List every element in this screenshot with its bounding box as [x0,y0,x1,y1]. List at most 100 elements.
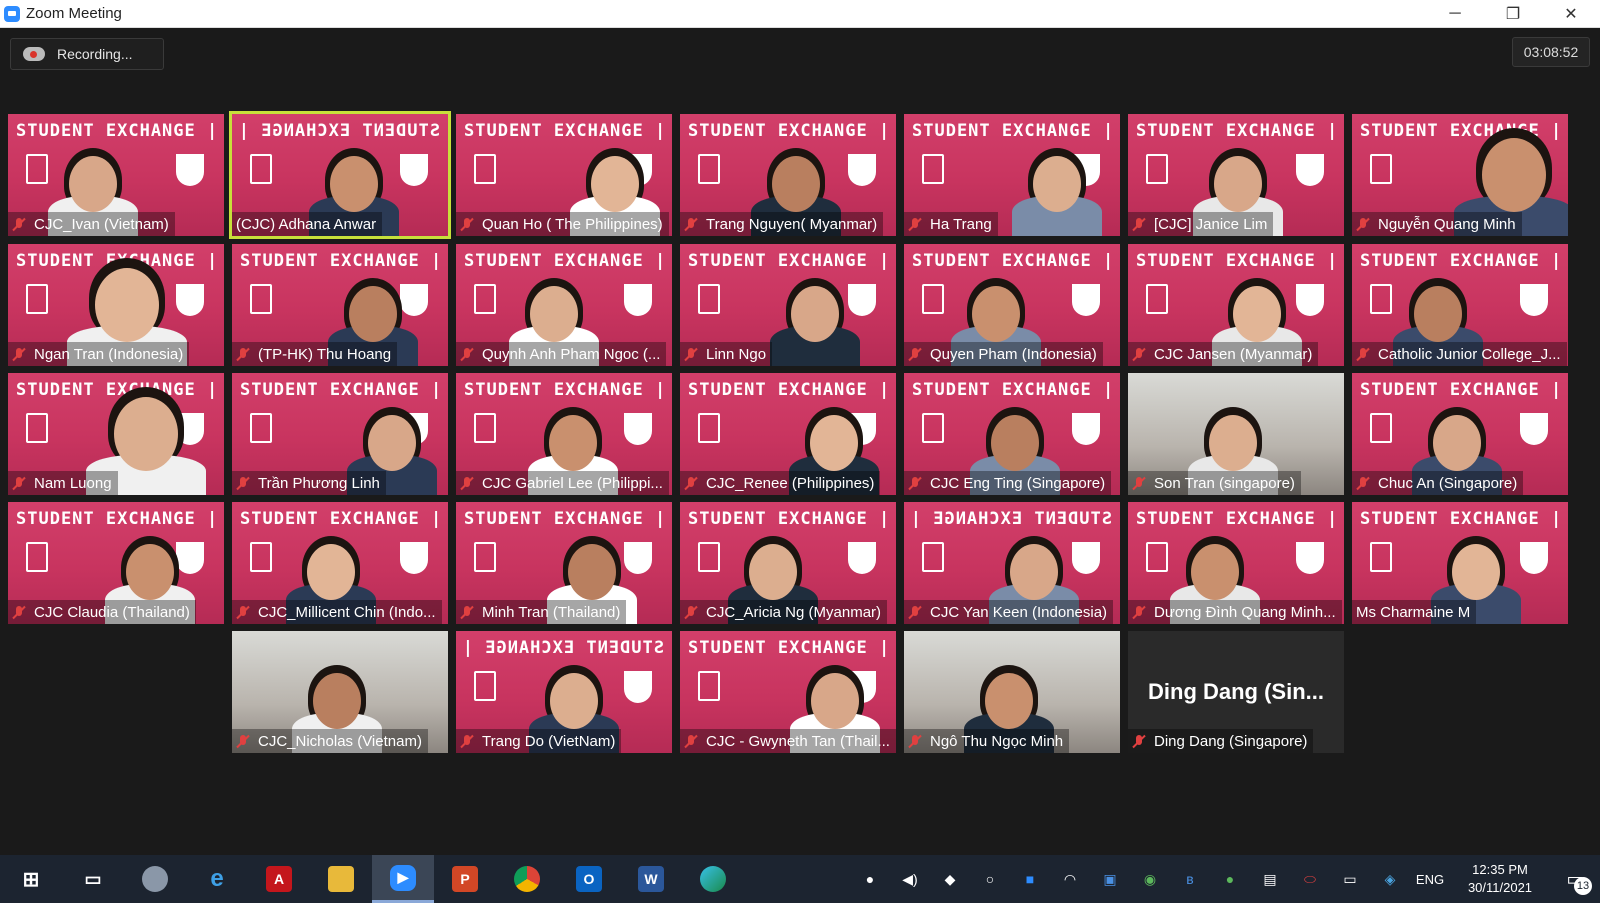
participant-name: CJC_Millicent Chin (Indo... [258,603,436,621]
participant-tile[interactable]: STUDENT EXCHANGE | 2021CJC Yan Keen (Ind… [904,502,1120,624]
clock-time: 12:35 PM [1472,862,1528,877]
red-app-icon[interactable]: ⬭ [1290,855,1330,903]
security-icon[interactable]: ◆ [930,855,970,903]
volume-icon[interactable]: ◀) [890,855,930,903]
participant-nameplate: Chuc An (Singapore) [1352,471,1524,495]
participant-tile[interactable]: STUDENT EXCHANGE | 2021Ms Charmaine M [1352,502,1568,624]
participant-name: CJC_Ivan (Vietnam) [34,215,169,233]
participant-tile[interactable]: STUDENT EXCHANGE | 2021Linn Ngo [680,244,896,366]
taskbar-app-zoom[interactable]: ▶ [372,855,434,903]
participant-tile[interactable]: STUDENT EXCHANGE | 2021Trang Do (VietNam… [456,631,672,753]
participant-tile[interactable]: Ding Dang (Sin... Ding Dang (Singapore) [1128,631,1344,753]
participant-tile[interactable]: STUDENT EXCHANGE | 2021Catholic Junior C… [1352,244,1568,366]
school-crest-icon [26,154,48,184]
participant-tile[interactable]: STUDENT EXCHANGE | 2021CJC - Gwyneth Tan… [680,631,896,753]
participant-tile[interactable]: STUDENT EXCHANGE | 2021Trần Phương Linh [232,373,448,495]
microphone-icon[interactable]: ● [850,855,890,903]
event-banner-text: STUDENT EXCHANGE | 2021 [240,251,448,271]
taskbar-app-edge[interactable] [682,855,744,903]
taskbar-app-powerpoint[interactable]: P [434,855,496,903]
shield-icon [624,671,652,703]
taskbar-app-ie[interactable]: e [186,855,248,903]
start-button[interactable]: ⊞ [0,855,62,903]
participant-tile[interactable]: STUDENT EXCHANGE | 2021Nguyễn Quang Minh [1352,114,1568,236]
participant-tile[interactable]: STUDENT EXCHANGE | 2021[CJC] Janice Lim [1128,114,1344,236]
participant-tile[interactable]: Son Tran (singapore) [1128,373,1344,495]
school-crest-icon [250,413,272,443]
vpn-icon[interactable]: ● [1210,855,1250,903]
taskbar-app-snip[interactable] [124,855,186,903]
restore-button[interactable]: ❐ [1484,0,1542,28]
participant-tile[interactable]: STUDENT EXCHANGE | 2021Chuc An (Singapor… [1352,373,1568,495]
participant-tile[interactable]: STUDENT EXCHANGE | 2021CJC_Ivan (Vietnam… [8,114,224,236]
participant-tile[interactable]: STUDENT EXCHANGE | 2021CJC_Renee (Philip… [680,373,896,495]
zoom-icon: ▶ [390,864,416,891]
globe-icon[interactable]: ◉ [1130,855,1170,903]
task-view-icon: ▭ [84,868,102,889]
participant-tile[interactable]: STUDENT EXCHANGE | 2021CJC_Aricia Ng (My… [680,502,896,624]
printer-icon[interactable]: ▤ [1250,855,1290,903]
participant-tile[interactable]: STUDENT EXCHANGE | 2021Ha Trang [904,114,1120,236]
shield-icon [624,413,652,445]
participant-name: Ha Trang [930,215,992,233]
participant-tile[interactable]: STUDENT EXCHANGE | 2021Quynh Anh Pham Ng… [456,244,672,366]
mic-muted-icon [12,347,26,361]
taskbar-app-chrome[interactable] [496,855,558,903]
participant-tile[interactable]: STUDENT EXCHANGE | 2021(CJC) Adhana Anwa… [229,111,451,239]
mic-muted-icon [684,476,698,490]
participant-nameplate: CJC_Aricia Ng (Myanmar) [680,600,888,624]
cloud-record-icon [23,47,45,61]
taskbar-app-acrobat[interactable]: A [248,855,310,903]
internet-explorer-icon: e [210,865,224,892]
participant-nameplate: CJC Jansen (Myanmar) [1128,342,1319,366]
participant-tile[interactable]: STUDENT EXCHANGE | 2021CJC_Millicent Chi… [232,502,448,624]
snipping-tool-icon [142,866,168,892]
participant-tile[interactable]: STUDENT EXCHANGE | 2021CJC Gabriel Lee (… [456,373,672,495]
taskbar-app-outlook[interactable]: O [558,855,620,903]
participant-nameplate: Trần Phương Linh [232,471,386,495]
participant-tile[interactable]: STUDENT EXCHANGE | 2021CJC Jansen (Myanm… [1128,244,1344,366]
shield-icon [1520,413,1548,445]
language-indicator[interactable]: ENG [1410,872,1450,887]
mic-muted-icon [12,476,26,490]
task-view-button[interactable]: ▭ [62,855,124,903]
participant-tile[interactable]: CJC_Nicholas (Vietnam) [232,631,448,753]
participant-tile[interactable]: STUDENT EXCHANGE | 2021CJC Eng Ting (Sin… [904,373,1120,495]
clock[interactable]: 12:35 PM 30/11/2021 [1450,861,1550,897]
participant-nameplate: Trang Nguyen( Myanmar) [680,212,884,236]
participant-name: [CJC] Janice Lim [1154,215,1268,233]
school-crest-icon [250,542,272,572]
participant-nameplate: Ha Trang [904,212,998,236]
taskbar-app-explorer[interactable] [310,855,372,903]
clock-date: 30/11/2021 [1467,880,1533,895]
participant-tile[interactable]: STUDENT EXCHANGE | 2021Minh Tran (Thaila… [456,502,672,624]
network-icon[interactable]: ◈ [1370,855,1410,903]
school-crest-icon [922,284,944,314]
minimize-button[interactable]: ─ [1426,0,1484,28]
zoom-tray-icon[interactable]: ■ [1010,855,1050,903]
battery-icon[interactable]: ▭ [1330,855,1370,903]
bluetooth-icon[interactable]: ʙ [1170,855,1210,903]
participant-tile[interactable]: Ngô Thu Ngọc Minh [904,631,1120,753]
window-controls: ─ ❐ ✕ [1426,0,1600,28]
participant-tile[interactable]: STUDENT EXCHANGE | 2021Quyen Pham (Indon… [904,244,1120,366]
notifications-button[interactable]: ▭ 13 [1550,855,1600,903]
wifi-icon[interactable]: ◠ [1050,855,1090,903]
participant-tile[interactable]: STUDENT EXCHANGE | 2021Quan Ho ( The Phi… [456,114,672,236]
word-icon: W [638,866,664,892]
close-button[interactable]: ✕ [1542,0,1600,28]
school-crest-icon [474,542,496,572]
participant-tile[interactable]: STUDENT EXCHANGE | 2021 (TP-HK) Thu Hoang [232,244,448,366]
mic-muted-icon [908,347,922,361]
participant-tile[interactable]: STUDENT EXCHANGE | 2021Nam Luong [8,373,224,495]
chrome-icon [514,866,540,892]
participant-tile[interactable]: STUDENT EXCHANGE | 2021 CJC Claudia (Thai… [8,502,224,624]
participant-tile[interactable]: STUDENT EXCHANGE | 2021Ngan Tran (Indone… [8,244,224,366]
participant-tile[interactable]: STUDENT EXCHANGE | 2021Trang Nguyen( Mya… [680,114,896,236]
taskbar-app-word[interactable]: W [620,855,682,903]
mic-muted-icon [460,476,474,490]
recording-indicator[interactable]: Recording... [10,38,164,70]
participant-tile[interactable]: STUDENT EXCHANGE | 2021Dương Đình Quang … [1128,502,1344,624]
outlook-tray-icon[interactable]: ▣ [1090,855,1130,903]
app-tray-icon[interactable]: ○ [970,855,1010,903]
